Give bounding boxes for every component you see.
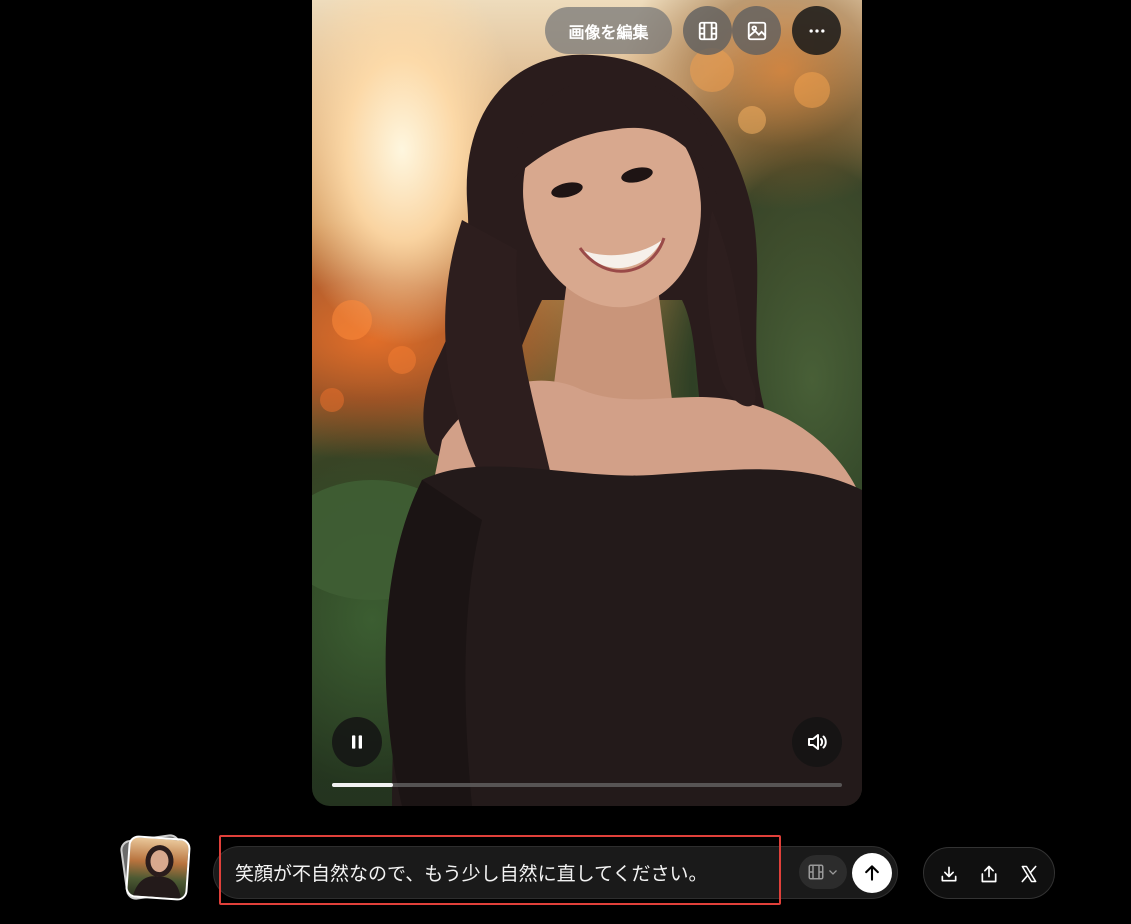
action-button-group bbox=[923, 847, 1055, 899]
portrait-photo bbox=[312, 48, 862, 806]
edit-image-label: 画像を編集 bbox=[568, 22, 649, 42]
video-icon bbox=[808, 864, 824, 880]
download-icon bbox=[941, 866, 957, 882]
mode-select-dropdown[interactable] bbox=[799, 855, 847, 889]
video-player[interactable]: 画像を編集 bbox=[312, 0, 862, 806]
arrow-up-icon bbox=[865, 865, 879, 881]
volume-icon bbox=[808, 734, 827, 750]
pause-button[interactable] bbox=[332, 717, 382, 767]
more-icon bbox=[809, 28, 824, 33]
more-options-button[interactable] bbox=[792, 6, 841, 55]
download-button[interactable] bbox=[932, 857, 966, 891]
share-button[interactable] bbox=[972, 857, 1006, 891]
image-mode-button[interactable] bbox=[732, 6, 781, 55]
volume-button[interactable] bbox=[792, 717, 842, 767]
chevron-down-icon bbox=[829, 870, 837, 875]
video-icon bbox=[698, 21, 717, 40]
progress-bar[interactable] bbox=[332, 783, 842, 787]
video-mode-button[interactable] bbox=[683, 6, 732, 55]
send-button[interactable] bbox=[852, 853, 892, 893]
share-to-x-button[interactable] bbox=[1012, 857, 1046, 891]
thumbnail-image bbox=[124, 834, 192, 902]
image-icon bbox=[747, 21, 766, 40]
image-thumbnail-stack[interactable] bbox=[119, 833, 192, 902]
pause-icon bbox=[352, 735, 362, 749]
x-logo-icon bbox=[1021, 865, 1037, 883]
progress-fill bbox=[332, 783, 394, 787]
share-icon bbox=[981, 865, 997, 883]
prompt-input[interactable]: 笑顔が不自然なので、もう少し自然に直してください。 bbox=[235, 859, 775, 886]
edit-image-button[interactable]: 画像を編集 bbox=[545, 7, 672, 54]
